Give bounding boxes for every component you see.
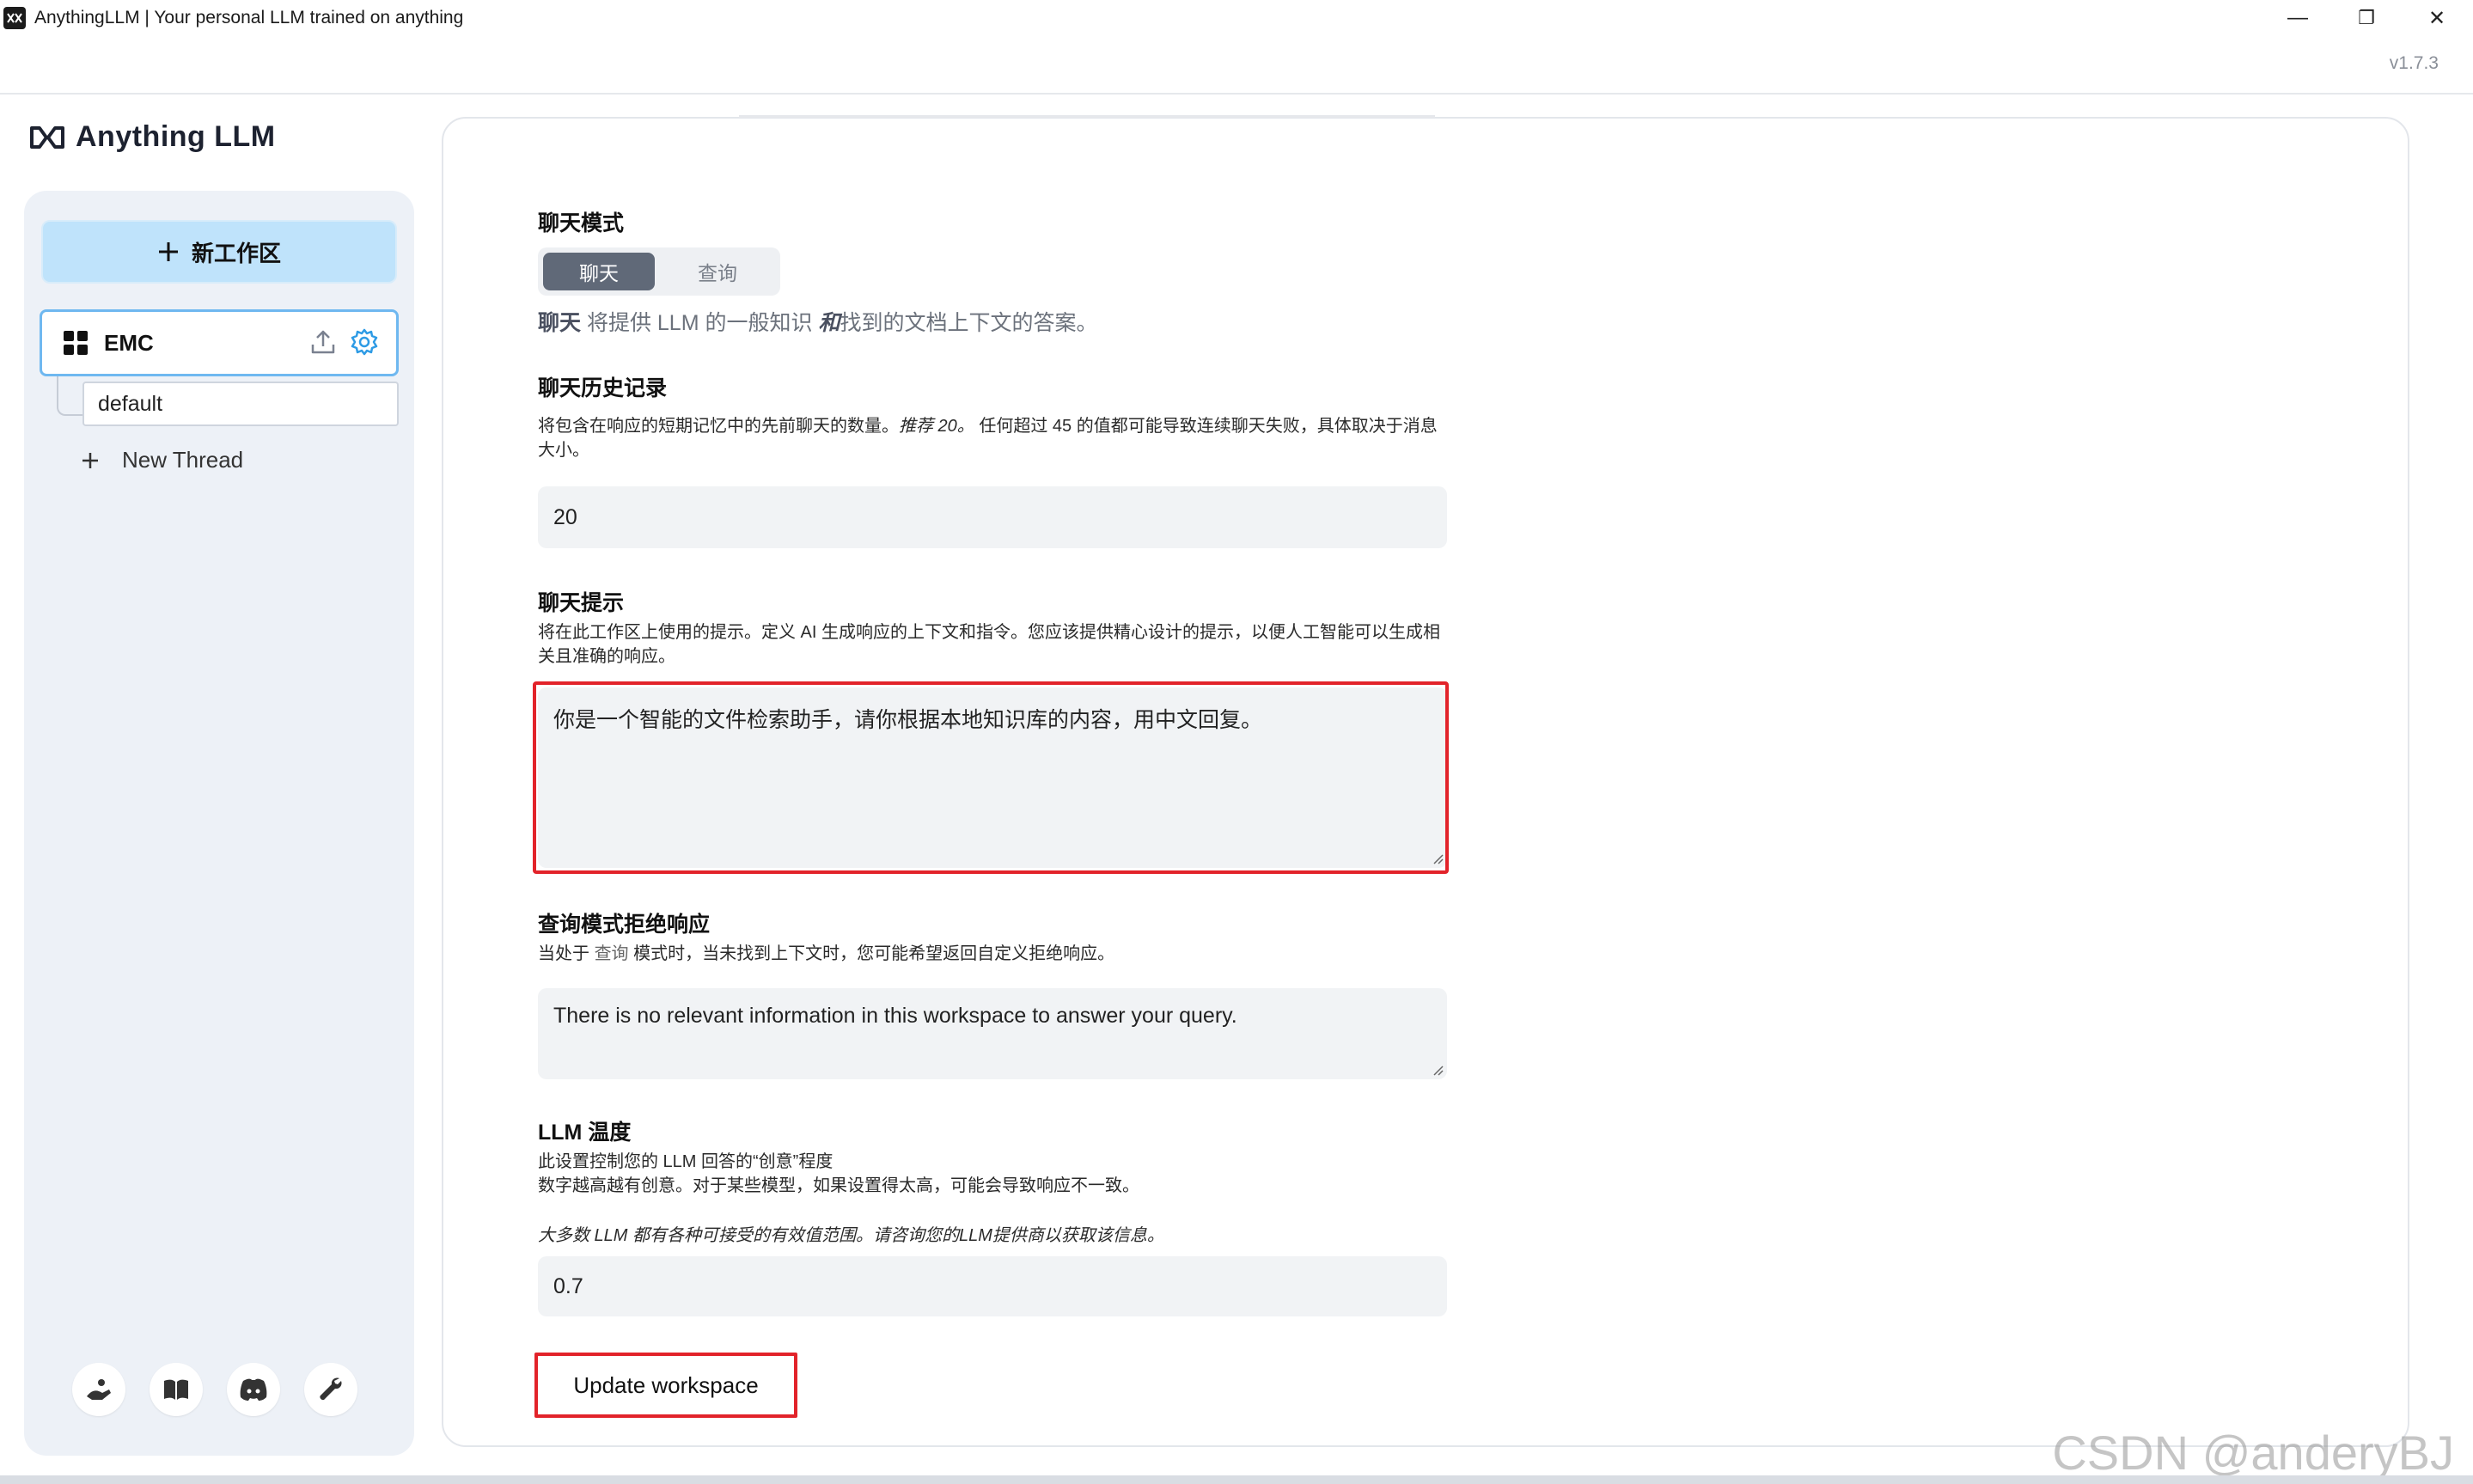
new-workspace-label: 新工作区 <box>191 240 281 266</box>
workspace-grid-icon <box>64 331 88 355</box>
thread-item-default[interactable]: default <box>82 382 399 426</box>
workspace-name: EMC <box>104 329 154 356</box>
community-hub-icon[interactable] <box>72 1363 125 1416</box>
close-button[interactable]: ✕ <box>2403 0 2471 36</box>
resize-grip-icon[interactable] <box>1432 1064 1444 1076</box>
chat-mode-option-chat[interactable]: 聊天 <box>543 253 655 290</box>
discord-icon[interactable] <box>227 1363 280 1416</box>
chat-history-description: 将包含在响应的短期记忆中的先前聊天的数量。推荐 20。 任何超过 45 的值都可… <box>538 417 1438 460</box>
version-label: v1.7.3 <box>2389 53 2439 73</box>
new-workspace-button[interactable]: 新工作区 <box>41 220 397 284</box>
query-refusal-text: There is no relevant information in this… <box>553 1004 1237 1028</box>
workspace-item-emc[interactable]: EMC <box>40 309 399 376</box>
llm-temperature-description: 此设置控制您的 LLM 回答的“创意”程度 数字越高越有创意。对于某些模型，如果… <box>538 1152 1139 1195</box>
update-workspace-button[interactable]: Update workspace <box>534 1353 797 1418</box>
highlight-frame-prompt <box>533 681 1449 874</box>
llm-temperature-input[interactable]: 0.7 <box>538 1256 1447 1316</box>
minimize-button[interactable]: — <box>2263 0 2332 36</box>
query-refusal-title: 查询模式拒绝响应 <box>538 913 711 937</box>
chat-history-input[interactable]: 20 <box>538 486 1447 548</box>
chat-mode-description: 聊天 将提供 LLM 的一般知识 和找到的文档上下文的答案。 <box>538 311 1098 335</box>
book-icon[interactable] <box>150 1363 203 1416</box>
app-logo-icon <box>3 7 26 29</box>
query-refusal-textarea[interactable]: There is no relevant information in this… <box>538 988 1447 1079</box>
brand-logo[interactable]: Anything LLM <box>29 120 276 154</box>
query-refusal-description: 当处于 查询 模式时，当未找到上下文时，您可能希望返回自定义拒绝响应。 <box>538 944 1115 965</box>
plus-icon <box>158 242 178 261</box>
logo-text: Anything LLM <box>76 120 276 153</box>
sidebar: 新工作区 EMC default New Thread <box>24 191 414 1456</box>
restore-button[interactable]: ❐ <box>2332 0 2401 36</box>
taskbar-edge <box>0 1475 2473 1484</box>
sidebar-footer <box>72 1363 357 1416</box>
new-thread-button[interactable]: New Thread <box>81 447 243 473</box>
plus-icon <box>82 452 98 468</box>
tab-underline-divider <box>739 115 1435 118</box>
logo-mark-icon <box>30 125 64 149</box>
llm-temperature-note: 大多数 LLM 都有各种可接受的有效值范围。请咨询您的LLM提供商以获取该信息。 <box>538 1226 1164 1245</box>
wrench-icon[interactable] <box>304 1363 357 1416</box>
llm-temperature-title: LLM 温度 <box>538 1121 632 1145</box>
chat-mode-toggle: 聊天 查询 <box>538 247 780 296</box>
chat-prompt-description: 将在此工作区上使用的提示。定义 AI 生成响应的上下文和指令。您应该提供精心设计… <box>538 623 1441 666</box>
window-title: AnythingLLM | Your personal LLM trained … <box>34 8 464 27</box>
thread-connector-line <box>57 376 82 416</box>
chat-mode-title: 聊天模式 <box>538 211 625 235</box>
watermark: CSDN @anderyBJ <box>2052 1426 2454 1480</box>
top-header: v1.7.3 <box>0 36 2473 95</box>
gear-icon[interactable] <box>350 327 379 357</box>
chat-mode-option-query[interactable]: 查询 <box>662 253 773 290</box>
new-thread-label: New Thread <box>122 447 244 473</box>
chat-history-title: 聊天历史记录 <box>538 376 668 400</box>
chat-prompt-title: 聊天提示 <box>538 591 625 615</box>
window-title-bar: AnythingLLM | Your personal LLM trained … <box>0 0 2473 36</box>
upload-icon[interactable] <box>308 327 338 357</box>
